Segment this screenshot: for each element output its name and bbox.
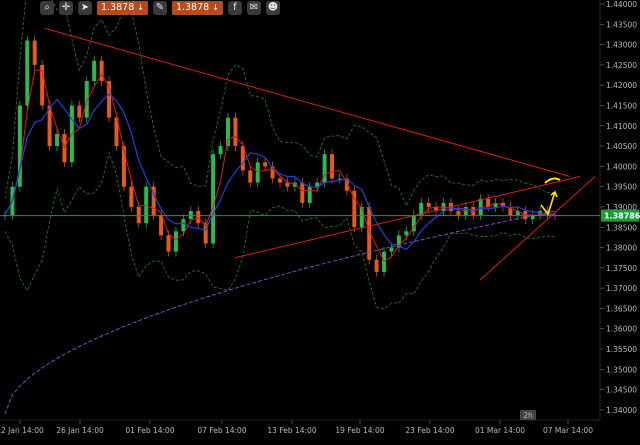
candle-body [136, 206, 141, 224]
sell-price: 1.3878 [101, 2, 135, 13]
candle-body [144, 186, 149, 224]
ma-red [4, 69, 556, 262]
pencil-icon[interactable]: ✎ [152, 1, 167, 15]
y-tick-label: 1.38000 [606, 244, 637, 253]
candle-body [404, 231, 409, 236]
comment-icon[interactable]: ✉ [246, 1, 261, 15]
candle-body [99, 60, 104, 82]
candle-body [389, 247, 394, 252]
candle-body [456, 211, 461, 216]
trendline-lower [234, 176, 581, 259]
y-tick-label: 1.34000 [606, 406, 637, 415]
candle-body [166, 235, 171, 252]
candle-body [307, 186, 312, 203]
y-tick-label: 1.42000 [606, 81, 637, 90]
current-price-label: 1.38786 [604, 212, 640, 221]
y-tick-label: 1.37500 [606, 264, 637, 273]
y-tick-label: 1.40000 [606, 162, 637, 171]
candle-body [300, 182, 305, 203]
candle-body [173, 231, 178, 252]
candle-body [233, 117, 238, 147]
candle-body [55, 133, 60, 147]
candle-body [211, 154, 216, 244]
candle-body [32, 40, 37, 65]
sell-price-button[interactable]: 1.3878 ↓ [97, 1, 148, 15]
y-tick-label: 1.42500 [606, 61, 637, 70]
candle-body [263, 162, 268, 167]
candle-body [188, 211, 193, 220]
trader-icon[interactable]: ☻ [265, 1, 280, 15]
y-tick-label: 1.37000 [606, 284, 637, 293]
y-tick-label: 1.44000 [606, 0, 637, 9]
candle-body [129, 186, 134, 207]
sell-suffix: ↓ [137, 3, 144, 12]
y-tick-label: 1.43000 [606, 41, 637, 50]
y-tick-label: 1.43500 [606, 20, 637, 29]
y-tick-label: 1.36000 [606, 325, 637, 334]
x-tick-label: 26 Jan 14:00 [56, 426, 104, 435]
x-tick-label: 01 Feb 14:00 [125, 426, 174, 435]
candle-body [77, 105, 82, 118]
x-tick-label: 22 Jan 14:00 [0, 426, 44, 435]
candle-body [181, 219, 186, 232]
candle-body [47, 105, 52, 147]
search-icon[interactable]: ⌕ [40, 1, 54, 15]
y-tick-label: 1.36500 [606, 304, 637, 313]
ma-purple-long [4, 210, 556, 415]
candle-body [426, 202, 431, 207]
crosshair-icon[interactable]: ✛ [59, 1, 73, 15]
candle-body [218, 146, 223, 155]
annotation-arrow [540, 190, 558, 216]
x-tick-label: 13 Feb 14:00 [267, 426, 316, 435]
candle-body [248, 170, 253, 183]
y-tick-label: 1.35500 [606, 345, 637, 354]
x-tick-label: 19 Feb 14:00 [335, 426, 384, 435]
candle-body [196, 211, 201, 224]
candle-body [374, 259, 379, 272]
y-tick-label: 1.35000 [606, 365, 637, 374]
y-tick-label: 1.41500 [606, 101, 637, 110]
cursor-icon[interactable]: ➤ [78, 1, 92, 15]
candle-body [382, 251, 387, 272]
fb-icon[interactable]: f [227, 1, 242, 15]
y-tick-label: 1.41000 [606, 122, 637, 131]
candle-body [159, 215, 164, 236]
chart-toolbar: ⌕ ✛ ➤ 1.3878 ↓ ✎ 1.3878 ↓ f ✉ ☻ [40, 0, 280, 16]
x-tick-label: 07 Mar 14:00 [543, 426, 593, 435]
annotation-arrow-cap [544, 177, 561, 184]
x-tick-label: 01 Mar 14:00 [475, 426, 525, 435]
candle-body [330, 154, 335, 179]
candle-body [255, 162, 260, 183]
x-tick-label: 23 Feb 14:00 [405, 426, 454, 435]
buy-suffix: ↓ [212, 3, 219, 12]
y-tick-label: 1.39500 [606, 183, 637, 192]
candle-body [25, 40, 30, 106]
y-tick-label: 1.34500 [606, 386, 637, 395]
candle-body [278, 178, 282, 183]
buy-price-button[interactable]: 1.3878 ↓ [171, 1, 223, 15]
y-tick-label: 1.38500 [606, 223, 637, 232]
candle-body [92, 60, 97, 82]
timeframe-label: 2h [523, 411, 533, 420]
trendline-support [479, 176, 596, 281]
x-tick-label: 07 Feb 14:00 [197, 426, 246, 435]
y-tick-label: 1.40500 [606, 142, 637, 151]
price-chart[interactable]: 1.44000 1.43500 1.43000 1.42500 1.42000 1.415… [0, 0, 640, 445]
candle-body [337, 178, 342, 180]
buy-price: 1.3878 [175, 2, 210, 13]
candle-body [359, 206, 364, 228]
